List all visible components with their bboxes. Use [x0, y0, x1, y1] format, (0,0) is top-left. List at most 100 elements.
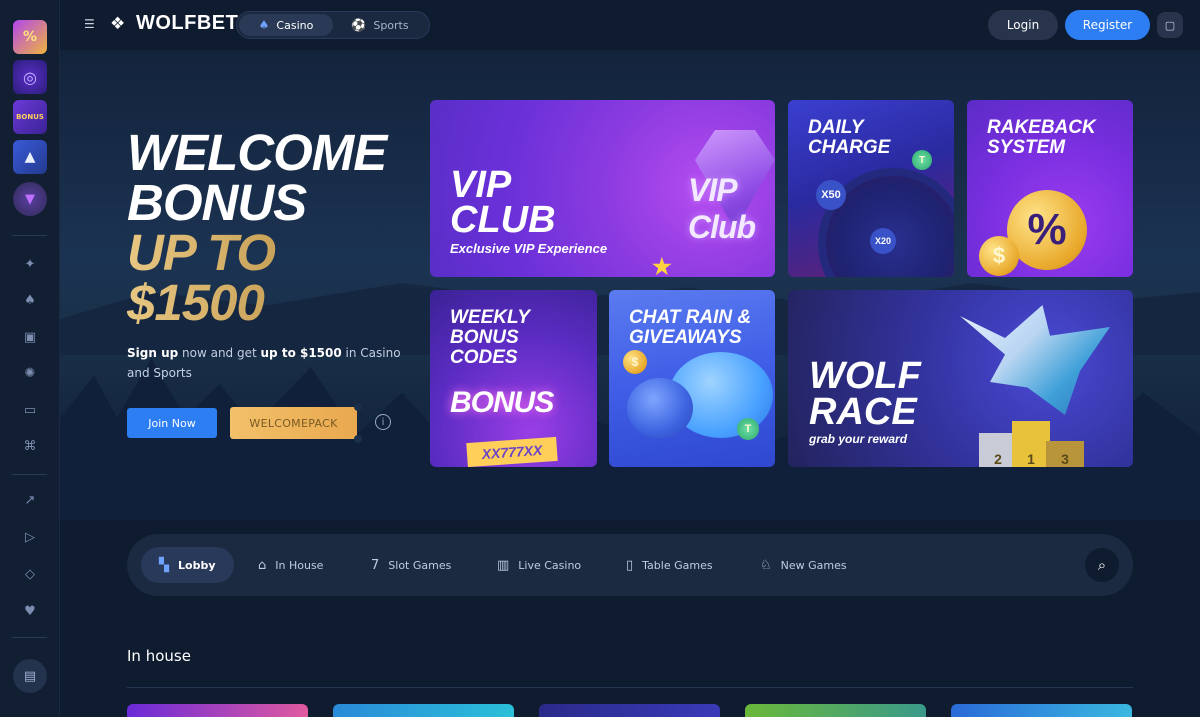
- join-now-button[interactable]: Join Now: [127, 408, 217, 438]
- sidebar-divider: [12, 637, 47, 638]
- sidebar-divider: [12, 474, 47, 475]
- left-sidebar: % ◎ BONUS ▲ ▼ ✦ ♠ ▣ ✺ ▭ ⌘ ↗ ▷ ◇ ♥ ▤: [0, 0, 60, 717]
- section-title: In house: [127, 647, 191, 665]
- hero-line-welcome: WELCOME: [127, 124, 387, 181]
- vip-title-line2: CLUB: [450, 199, 556, 241]
- hero-line-amount: $1500: [127, 277, 417, 328]
- tab-slot-games[interactable]: 7 Slot Games: [353, 547, 469, 583]
- gamepad-icon[interactable]: ⌘: [21, 437, 39, 455]
- house-icon: ⌂: [258, 557, 267, 573]
- roulette-icon[interactable]: ✺: [21, 364, 39, 382]
- percent-icon: %: [1007, 190, 1087, 270]
- thumbs-up-icon[interactable]: ♥: [21, 602, 39, 620]
- game-card[interactable]: [539, 704, 720, 717]
- tab-casino[interactable]: ♠ Casino: [239, 14, 333, 36]
- vip-title: VIP CLUB: [450, 164, 556, 241]
- new-games-icon: ♘: [760, 557, 772, 573]
- chat-title: CHAT RAIN & GIVEAWAYS: [629, 308, 751, 348]
- chat-rain-card[interactable]: $ T CHAT RAIN & GIVEAWAYS: [609, 290, 775, 467]
- tab-slot-games-label: Slot Games: [388, 558, 452, 572]
- trending-icon[interactable]: ↗: [21, 491, 39, 509]
- vip-art-text: VIP Club: [688, 172, 756, 245]
- sidebar-divider: [12, 235, 47, 236]
- weekly-title-line2: BONUS: [450, 327, 519, 348]
- tab-live-casino[interactable]: ▥ Live Casino: [479, 547, 599, 583]
- tab-lobby-label: Lobby: [178, 558, 216, 572]
- cards-icon: ▯: [626, 557, 634, 573]
- rakeback-title-line2: SYSTEM: [987, 137, 1066, 158]
- ticket-icon[interactable]: ▷: [21, 528, 39, 546]
- tab-new-games-label: New Games: [780, 558, 847, 572]
- register-button[interactable]: Register: [1065, 10, 1150, 40]
- daily-title: DAILY CHARGE: [808, 118, 890, 158]
- rakeback-promo-thumb[interactable]: %: [13, 20, 47, 54]
- brand-logo[interactable]: ❖ WOLFBET: [110, 12, 238, 35]
- tab-new-games[interactable]: ♘ New Games: [742, 547, 865, 583]
- menu-toggle-icon[interactable]: ☰: [84, 17, 98, 31]
- wolf-head-icon: [960, 305, 1110, 415]
- vip-promo-thumb[interactable]: ▼: [13, 182, 47, 216]
- tab-sports[interactable]: ⚽ Sports: [333, 14, 427, 36]
- search-button[interactable]: ⌕: [1085, 548, 1119, 582]
- rakeback-title: RAKEBACK SYSTEM: [987, 118, 1096, 158]
- weekly-art-text: BONUS: [450, 386, 554, 419]
- daily-charge-card[interactable]: X50 X20 T DAILY CHARGE: [788, 100, 954, 277]
- spade-icon[interactable]: ♠: [21, 291, 39, 309]
- wolf-icon[interactable]: ✦: [21, 255, 39, 273]
- tab-table-games-label: Table Games: [642, 558, 713, 572]
- wolf-race-promo-thumb[interactable]: ▲: [13, 140, 47, 174]
- game-card[interactable]: [333, 704, 514, 717]
- rakeback-card[interactable]: % $ RAKEBACK SYSTEM: [967, 100, 1133, 277]
- wheel-icon: ◎: [23, 67, 37, 87]
- wolf-race-title-line1: WOLF: [809, 355, 921, 397]
- login-button[interactable]: Login: [988, 10, 1058, 40]
- hero-headline: WELCOME BONUS UP TO $1500: [127, 124, 417, 328]
- live-casino-icon: ▥: [497, 557, 510, 573]
- daily-title-line2: CHARGE: [808, 137, 891, 158]
- token-icon: T: [912, 150, 932, 170]
- info-icon[interactable]: i: [375, 414, 391, 430]
- bonus-thumb-label: BONUS: [16, 113, 44, 121]
- chat-title-line1: CHAT RAIN &: [629, 307, 752, 328]
- hero-sub-amount: up to $1500: [260, 346, 342, 360]
- vip-subtitle: Exclusive VIP Experience: [450, 241, 608, 256]
- weekly-title: WEEKLY BONUS CODES: [450, 308, 530, 368]
- tab-table-games[interactable]: ▯ Table Games: [608, 547, 731, 583]
- wallet-icon[interactable]: ▤: [13, 659, 47, 693]
- hero-subtitle: Sign up now and get up to $1500 in Casin…: [127, 343, 407, 383]
- tab-lobby[interactable]: ▚ Lobby: [141, 547, 234, 583]
- tab-in-house-label: In House: [275, 558, 324, 572]
- chat-title-line2: GIVEAWAYS: [629, 327, 742, 348]
- vip-title-line1: VIP: [450, 164, 512, 206]
- weekly-bonus-card[interactable]: BONUS XX777XX WEEKLY BONUS CODES: [430, 290, 597, 467]
- wolf-logo-icon: ❖: [110, 13, 126, 34]
- casino-sports-toggle: ♠ Casino ⚽ Sports: [236, 11, 430, 39]
- multiplier-badge: X20: [870, 228, 896, 254]
- promo-code-button[interactable]: WELCOMEPACK: [230, 403, 362, 443]
- rakeback-title-line1: RAKEBACK: [987, 117, 1096, 138]
- wolf-race-subtitle: grab your reward: [809, 432, 908, 446]
- top-bar: ☰ ❖ WOLFBET ♠ Casino ⚽ Sports Login Regi…: [60, 0, 1200, 50]
- game-card[interactable]: [951, 704, 1132, 717]
- game-card[interactable]: [127, 704, 308, 717]
- live-tv-icon[interactable]: ▭: [21, 401, 39, 419]
- gem-icon: ▼: [25, 191, 35, 207]
- section-divider: [127, 687, 1133, 688]
- wheel-promo-thumb[interactable]: ◎: [13, 60, 47, 94]
- soccer-ball-icon: ⚽: [351, 18, 367, 32]
- daily-title-line1: DAILY: [808, 117, 864, 138]
- chat-icon: ▢: [1164, 18, 1176, 32]
- dollar-coin-icon: $: [979, 236, 1019, 276]
- bonus-promo-thumb[interactable]: BONUS: [13, 100, 47, 134]
- tab-in-house[interactable]: ⌂ In House: [240, 547, 341, 583]
- weekly-code: XX777XX: [466, 436, 558, 467]
- gem-icon[interactable]: ◇: [21, 565, 39, 583]
- brand-name: WOLFBET: [136, 12, 239, 34]
- wolf-race-card[interactable]: 2 1 3 WOLF RACE grab your reward: [788, 290, 1133, 467]
- slot-machine-icon[interactable]: ▣: [21, 328, 39, 346]
- weekly-title-line1: WEEKLY: [450, 307, 530, 328]
- game-card[interactable]: [745, 704, 926, 717]
- hero-sub-text: now and get: [178, 346, 261, 360]
- chat-button[interactable]: ▢: [1157, 12, 1183, 38]
- vip-club-card[interactable]: VIP Club ★ VIP CLUB Exclusive VIP Experi…: [430, 100, 775, 277]
